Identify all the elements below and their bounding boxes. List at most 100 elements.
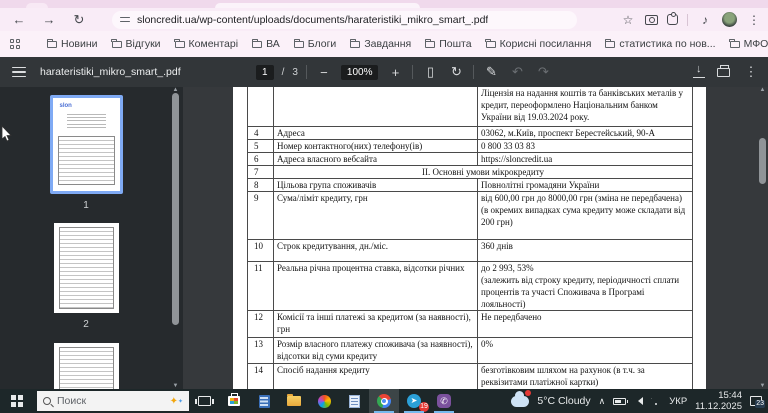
notepad-button[interactable]	[339, 389, 369, 413]
folder-icon	[350, 38, 361, 48]
row-label	[273, 87, 478, 127]
page-number-input[interactable]: 1	[256, 64, 274, 80]
thumbnail-item: slon 1	[0, 95, 172, 211]
file-explorer-button[interactable]	[279, 389, 309, 413]
pdf-filename: harateristiki_mikro_smart_.pdf	[40, 66, 181, 78]
browser-menu-icon[interactable]: ⋮	[746, 13, 762, 27]
table-row: 4 Адреса 03062, м.Київ, проспект Берестейс…	[247, 125, 693, 140]
row-number: 4	[247, 125, 274, 140]
pdf-toolbar: harateristiki_mikro_smart_.pdf 1 / 3 − 1…	[0, 57, 768, 87]
row-number: 5	[247, 138, 274, 153]
bookmark-item[interactable]: Корисні посилання	[485, 38, 592, 50]
table-row: 8 Цільова група споживачів Повнолітні гром…	[247, 177, 693, 192]
bookmark-item[interactable]: Коментарі	[174, 38, 238, 50]
bookmark-star-icon[interactable]: ☆	[620, 13, 636, 27]
undo-icon[interactable]: ↶	[508, 64, 526, 80]
chrome-button[interactable]	[369, 389, 399, 413]
action-center-icon[interactable]: 23	[750, 396, 765, 408]
main-scroll-thumb[interactable]	[759, 138, 766, 184]
annotate-pen-icon[interactable]: ✎	[482, 64, 500, 80]
zoom-out-button[interactable]: −	[315, 65, 333, 80]
section-title: ІІ. Основні умови мікрокредиту	[273, 164, 693, 179]
zoom-in-button[interactable]: +	[386, 65, 404, 80]
camera-extension-icon[interactable]	[645, 14, 658, 25]
telegram-button[interactable]: ➤ 19	[399, 389, 429, 413]
extensions-icon[interactable]	[667, 12, 678, 25]
sidebar-scrollbar[interactable]: ▲ ▼	[171, 87, 180, 389]
weather-icon[interactable]	[511, 389, 532, 407]
row-number: 8	[247, 177, 274, 192]
bookmark-item[interactable]: Блоги	[293, 38, 336, 50]
forward-button[interactable]: →	[38, 10, 60, 30]
bookmark-item[interactable]: Завдання	[350, 38, 411, 50]
thumb-logo: slon	[59, 103, 72, 109]
back-button[interactable]: ←	[8, 10, 30, 30]
folder-icon	[46, 38, 57, 48]
bookmark-item[interactable]: Пошта	[425, 38, 472, 50]
site-info-icon[interactable]	[120, 16, 130, 24]
weather-text[interactable]: 5°C Cloudy	[537, 395, 590, 407]
search-highlights-icon[interactable]: ✦	[170, 396, 178, 407]
viber-button[interactable]: ✆	[429, 389, 459, 413]
rotate-icon[interactable]: ↻	[447, 64, 465, 80]
calculator-button[interactable]	[249, 389, 279, 413]
toolbar-actions: ☆ ♪ ⋮	[620, 12, 762, 27]
bookmark-label: статистика по нов...	[619, 38, 716, 50]
apps-grid-icon[interactable]	[10, 39, 20, 49]
profile-avatar[interactable]	[722, 12, 737, 27]
credit-terms-table: Ліцензія на надання коштів та банківськи…	[247, 87, 693, 389]
bookmarks-bar: Новини Відгуки Коментарі ВА Блоги Завдання Пош…	[0, 31, 768, 57]
page-thumbnail-1[interactable]: slon	[52, 98, 120, 191]
main-scroll-up-icon[interactable]: ▲	[758, 87, 767, 93]
toolbar-divider	[687, 13, 688, 26]
store-icon	[228, 393, 240, 406]
speaker-icon[interactable]	[634, 397, 644, 405]
bookmark-item[interactable]: Відгуки	[111, 38, 161, 50]
row-number: 7	[247, 164, 274, 179]
file-explorer-icon	[287, 393, 301, 406]
pdf-divider-2	[412, 65, 414, 79]
url-text[interactable]: sloncredit.ua/wp-content/uploads/documen…	[137, 14, 488, 26]
row-label: Реальна річна процентна ставка, відсотки…	[273, 260, 478, 311]
main-scrollbar[interactable]: ▲ ▼	[758, 87, 767, 389]
pdf-table-body: Ліцензія на надання коштів та банківськи…	[247, 87, 693, 389]
zoom-level-input[interactable]: 100%	[340, 64, 379, 80]
print-icon[interactable]	[717, 64, 730, 77]
pdf-divider	[305, 65, 307, 79]
row-label: Цільова група споживачів	[273, 177, 478, 192]
row-number: 14	[247, 362, 274, 389]
row-value: безготівковим шляхом на рахунок (в т.ч. …	[477, 362, 693, 389]
thumbnail-page-number: 1	[83, 200, 89, 211]
bookmark-label: Новини	[61, 38, 98, 50]
bookmark-item[interactable]: статистика по нов...	[605, 38, 716, 50]
sidebar-scroll-thumb[interactable]	[172, 93, 179, 325]
row-value: від 600,00 грн до 8000,00 грн (зміна не …	[477, 190, 693, 240]
redo-icon[interactable]: ↷	[534, 64, 552, 80]
download-icon[interactable]	[693, 63, 705, 78]
network-icon[interactable]	[651, 397, 662, 405]
pdf-menu-icon[interactable]	[12, 64, 26, 81]
pdf-content-area: slon 1 23 ▲ ▼ Ліцензія на надання коштів т…	[0, 87, 768, 413]
hidden-icons-chevron[interactable]: ∧	[599, 396, 606, 407]
row-value: Ліцензія на надання коштів та банківськи…	[477, 87, 693, 127]
microsoft-store-button[interactable]	[219, 389, 249, 413]
fit-page-icon[interactable]: ▯	[421, 64, 439, 80]
bookmark-item[interactable]: Новини	[46, 38, 98, 50]
language-indicator[interactable]: УКР	[669, 396, 687, 407]
bookmark-item[interactable]: МФО	[729, 38, 768, 50]
media-controls-icon[interactable]: ♪	[697, 13, 713, 27]
taskbar-search-input[interactable]: Поиск ✦ ✦	[37, 391, 189, 411]
battery-icon[interactable]	[613, 397, 629, 405]
address-bar[interactable]: sloncredit.ua/wp-content/uploads/documen…	[112, 10, 577, 29]
clock[interactable]: 15:44 11.12.2025	[695, 390, 742, 412]
page-thumbnail-2[interactable]	[53, 223, 119, 313]
bookmark-item[interactable]: ВА	[251, 38, 280, 50]
bookmark-label: Корисні посилання	[499, 38, 592, 50]
pdf-more-menu-icon[interactable]: ⋮	[742, 64, 760, 80]
row-number: 12	[247, 309, 274, 338]
start-button[interactable]	[0, 389, 34, 413]
folder-icon	[111, 38, 122, 48]
task-view-button[interactable]	[189, 389, 219, 413]
copilot-button[interactable]	[309, 389, 339, 413]
reload-button[interactable]: ↻	[68, 10, 90, 30]
